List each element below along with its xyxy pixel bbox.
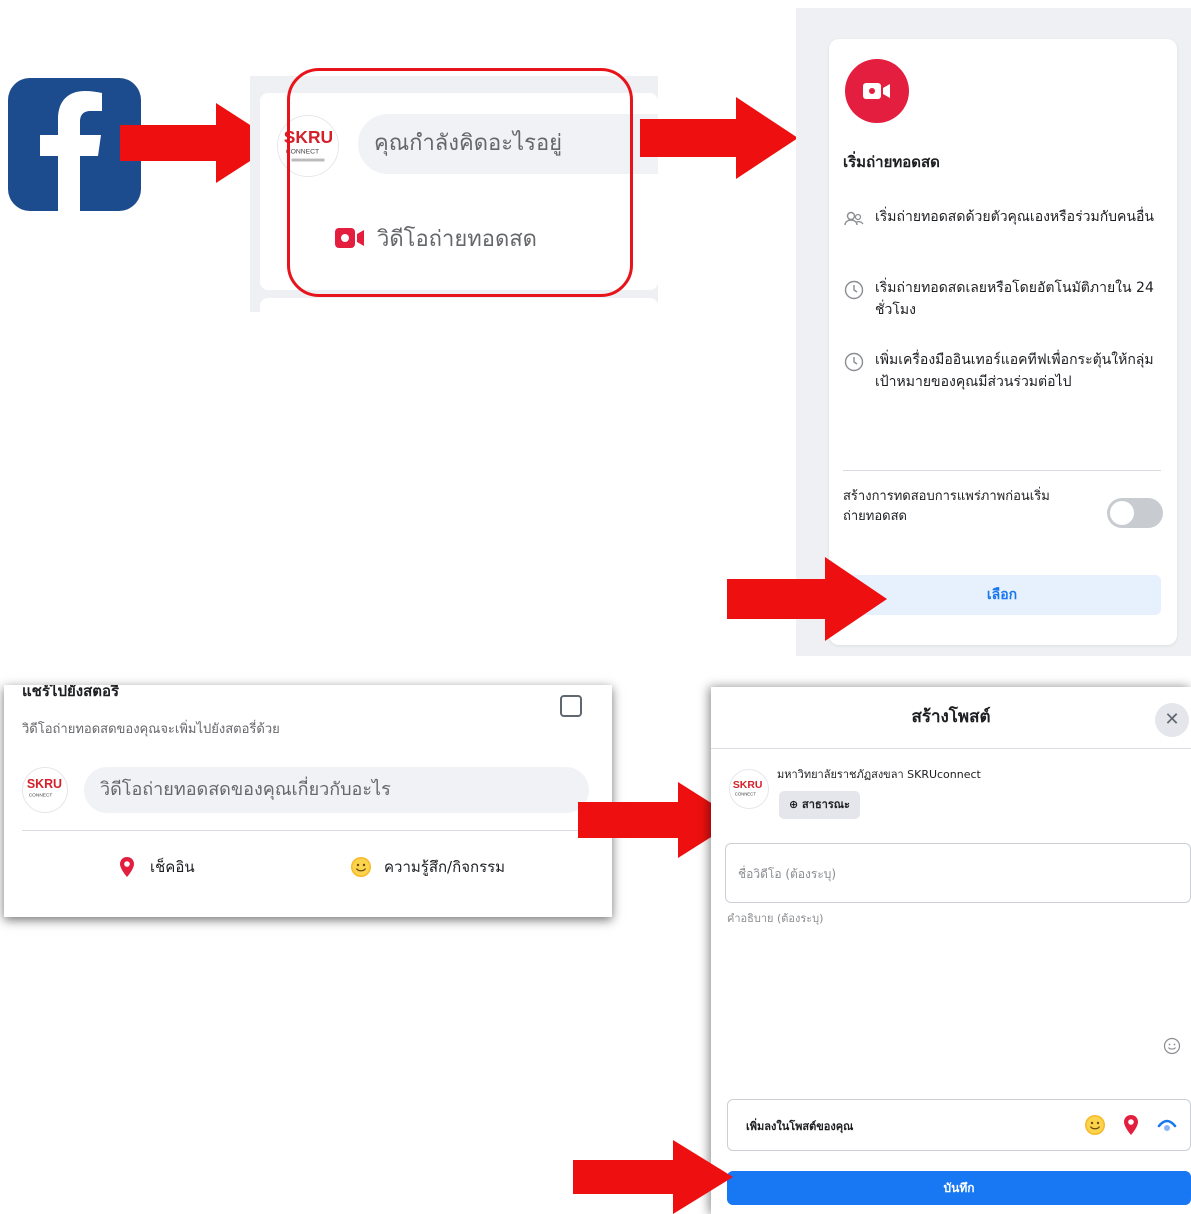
feature-text: เริ่มถ่ายทอดสดด้วยตัวคุณเองหรือร่วมกับคน… <box>875 209 1154 225</box>
smiley-icon[interactable] <box>1084 1114 1106 1136</box>
audience-selector[interactable]: ⊕ สาธารณะ <box>779 791 860 819</box>
description-input[interactable]: คำอธิบาย (ต้องระบุ) <box>727 909 823 927</box>
svg-text:CONNECT: CONNECT <box>735 792 756 797</box>
tag-people-icon[interactable] <box>1156 1114 1178 1136</box>
smiley-icon <box>350 856 372 878</box>
divider <box>843 470 1161 471</box>
feeling-activity-label: ความรู้สึก/กิจกรรม <box>384 858 506 876</box>
feature-item: เริ่มถ่ายทอดสดด้วยตัวคุณเองหรือร่วมกับคน… <box>843 206 1163 230</box>
add-to-post-bar: เพิ่มลงในโพสต์ของคุณ <box>727 1099 1191 1151</box>
save-button[interactable]: บันทึก <box>727 1171 1191 1205</box>
add-to-post-label: เพิ่มลงในโพสต์ของคุณ <box>746 1120 854 1133</box>
share-story-subtitle: วิดีโอถ่ายทอดสดของคุณจะเพิ่มไปยังสตอรี่ด… <box>22 722 280 737</box>
feature-item: เพิ่มเครื่องมืออินเทอร์แอคทีฟเพื่อกระตุ้… <box>843 349 1163 393</box>
audience-label: สาธารณะ <box>802 798 850 811</box>
video-title-input[interactable]: ชื่อวิดีโอ (ต้องระบุ) <box>725 843 1191 903</box>
share-to-story-panel: แชร์ไปยังสตอรี่ วิดีโอถ่ายทอดสดของคุณจะเ… <box>4 685 612 917</box>
live-card: เริ่มถ่ายทอดสด เริ่มถ่ายทอดสดด้วยตัวคุณเ… <box>829 39 1177 645</box>
right-arrow-icon <box>573 1140 733 1214</box>
clock-icon <box>843 279 865 301</box>
right-arrow-icon <box>640 97 798 179</box>
location-pin-icon[interactable] <box>1120 1114 1142 1136</box>
feature-text: เพิ่มเครื่องมืออินเทอร์แอคทีฟเพื่อกระตุ้… <box>875 352 1154 390</box>
globe-icon: ⊕ <box>789 798 803 811</box>
share-story-title: แชร์ไปยังสตอรี่ <box>22 685 120 700</box>
live-video-icon <box>845 59 909 123</box>
check-in-label: เช็คอิน <box>150 858 195 876</box>
close-button[interactable]: ✕ <box>1155 703 1189 737</box>
location-pin-icon <box>116 856 138 878</box>
highlight-outline <box>287 68 633 297</box>
people-icon <box>843 208 865 230</box>
create-post-dialog: สร้างโพสต์ ✕ SKRU CONNECT มหาวิทยาลัยราช… <box>711 687 1191 1214</box>
share-story-checkbox[interactable] <box>560 695 582 717</box>
feature-text: เริ่มถ่ายทอดสดเลยหรือโดยอัตโนมัติภายใน 2… <box>875 280 1154 318</box>
svg-text:SKRU: SKRU <box>27 777 62 791</box>
right-arrow-icon <box>727 557 887 641</box>
close-icon: ✕ <box>1164 709 1180 730</box>
test-broadcast-label: สร้างการทดสอบการแพร่ภาพก่อนเริ่มถ่ายทอดส… <box>843 489 1050 524</box>
clock-icon <box>843 351 865 373</box>
feeling-activity-button[interactable]: ความรู้สึก/กิจกรรม <box>350 855 505 879</box>
page-name: มหาวิทยาลัยราชภัฏสงขลา SKRUconnect <box>777 768 981 781</box>
emoji-icon[interactable] <box>1163 1037 1181 1055</box>
divider <box>711 748 1191 749</box>
feature-item: เริ่มถ่ายทอดสดเลยหรือโดยอัตโนมัติภายใน 2… <box>843 277 1163 321</box>
svg-text:CONNECT: CONNECT <box>29 793 53 799</box>
skru-connect-logo-icon: SKRU CONNECT <box>22 767 68 813</box>
select-button[interactable]: เลือก <box>843 575 1161 615</box>
live-description-input[interactable]: วิดีโอถ่ายทอดสดของคุณเกี่ยวกับอะไร <box>84 767 589 813</box>
dialog-title: สร้างโพสต์ <box>911 707 991 727</box>
check-in-button[interactable]: เช็คอิน <box>116 855 195 879</box>
test-broadcast-toggle[interactable] <box>1107 498 1163 528</box>
svg-text:SKRU: SKRU <box>733 780 763 791</box>
divider <box>22 830 592 831</box>
skru-connect-logo-icon: SKRU CONNECT <box>729 769 769 809</box>
live-panel-title: เริ่มถ่ายทอดสด <box>843 153 940 171</box>
